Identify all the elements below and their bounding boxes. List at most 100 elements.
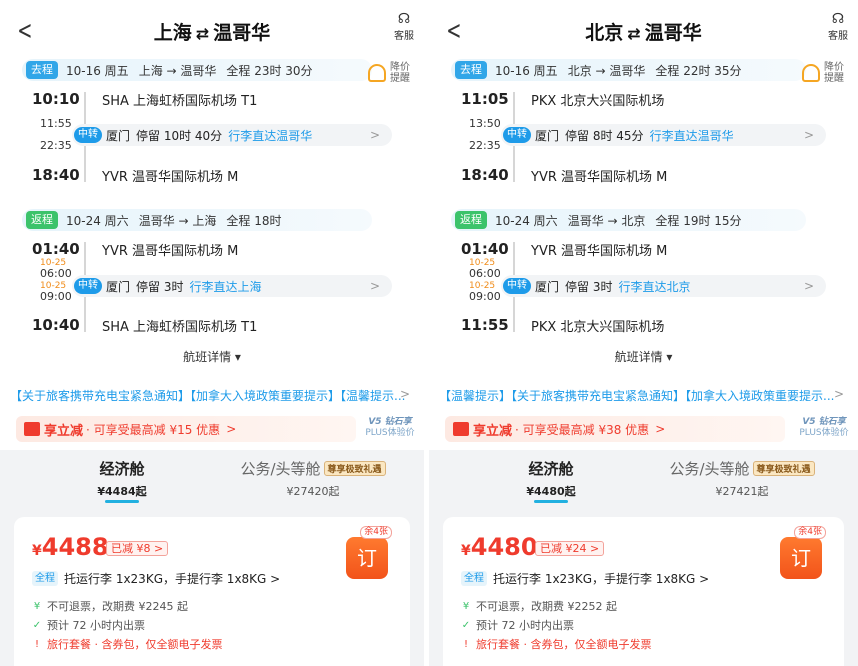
baggage-text: 托运行李 1x23KG，手提行李 1x8KG >: [493, 572, 710, 586]
origin-city: 北京: [585, 22, 624, 44]
outbound-transfer-info[interactable]: 中转 厦门 停留 10时 40分 行李直达温哥华 >: [72, 124, 392, 146]
fare-card: ¥4488 已减 ¥8 > 订 余4张 全程 托运行李 1x23KG，手提行李 …: [14, 517, 410, 666]
round-trip-icon: ⇄: [195, 24, 210, 43]
baggage-allowance[interactable]: 全程 托运行李 1x23KG，手提行李 1x8KG >: [461, 570, 709, 587]
outbound-departure-time: 10:10: [32, 90, 80, 108]
coupon-icon: [453, 422, 469, 436]
notice-bar[interactable]: 【温馨提示】【关于旅客携带充电宝紧急通知】【加拿大入境政策重要提示...: [439, 387, 844, 404]
price-alert-label-1: 降价: [824, 62, 844, 73]
price-alert-label-1: 降价: [390, 62, 410, 73]
price-alert-button[interactable]: 降价 提醒: [368, 58, 416, 88]
baggage-allowance[interactable]: 全程 托运行李 1x23KG，手提行李 1x8KG >: [32, 570, 280, 587]
transfer-city: 厦门: [535, 279, 560, 294]
tab-business-name: 公务/头等舱: [669, 460, 750, 478]
instant-discount-banner[interactable]: 享立减 · 可享受最高减 ¥38 优惠 >: [445, 416, 785, 442]
outbound-departure-time: 11:05: [461, 90, 509, 108]
coupon-icon: [24, 422, 40, 436]
bell-icon: [368, 64, 386, 82]
package-rule-text: 旅行套餐 · 含券包，仅全额电子发票: [47, 638, 223, 651]
price-alert-button[interactable]: 降价 提醒: [802, 58, 850, 88]
chevron-right-icon: >: [399, 387, 410, 401]
return-transfer-info[interactable]: 中转 厦门 停留 3时 行李直达北京 >: [501, 275, 826, 297]
package-rule-text: 旅行套餐 · 含券包，仅全额电子发票: [476, 638, 652, 651]
refund-rule-text: 不可退票，改期费 ¥2245 起: [47, 600, 188, 613]
baggage-through: 行李直达温哥华: [228, 128, 313, 143]
package-rule: ! 旅行套餐 · 含券包，仅全额电子发票: [32, 636, 223, 652]
bell-icon: [802, 64, 820, 82]
destination-city: 温哥华: [213, 22, 271, 44]
plus-price-label: PLUS体验价: [365, 428, 415, 438]
return-stop-departure-time: 09:00: [469, 290, 501, 303]
return-departure-time: 01:40: [32, 240, 80, 258]
transfer-city: 厦门: [106, 128, 131, 143]
notice-bar[interactable]: 【关于旅客携带充电宝紧急通知】【加拿大入境政策重要提示】【温馨提示...: [10, 387, 410, 404]
customer-service-label: 客服: [394, 31, 414, 42]
outbound-arrival-airport: YVR 温哥华国际机场 M: [531, 170, 668, 185]
tab-business[interactable]: 公务/头等舱 尊享极致礼遇 ¥27421起: [657, 458, 827, 499]
book-button[interactable]: 订: [346, 537, 388, 579]
flight-details-toggle[interactable]: 航班详情 ▾: [429, 348, 858, 365]
transfer-tag: 中转: [74, 127, 102, 143]
tab-business-name: 公务/头等舱: [240, 460, 321, 478]
tab-business[interactable]: 公务/头等舱 尊享极致礼遇 ¥27420起: [228, 458, 398, 499]
return-arrival-airport: PKX 北京大兴国际机场: [531, 320, 665, 335]
return-arrival-airport: SHA 上海虹桥国际机场 T1: [102, 320, 258, 335]
flight-details-toggle[interactable]: 航班详情 ▾: [0, 348, 424, 365]
check-icon: ✓: [32, 619, 42, 631]
tab-economy[interactable]: 经济舱 ¥4484起: [80, 458, 164, 503]
tab-business-price: ¥27420起: [286, 485, 340, 498]
fare-currency: ¥: [32, 543, 42, 559]
refund-rule: ¥ 不可退票，改期费 ¥2245 起: [32, 598, 188, 614]
outbound-arrival-time: 18:40: [461, 166, 509, 184]
outbound-date: 10-16 周五: [495, 63, 558, 78]
plus-tier-label: V5 钻石享: [368, 417, 412, 427]
fare-scope-tag: 全程: [461, 571, 487, 586]
fare-price: ¥4488: [32, 533, 109, 561]
tab-active-indicator: [534, 500, 568, 503]
promo-description: · 可享受最高减 ¥15 优惠: [86, 422, 221, 437]
transfer-tag: 中转: [503, 278, 531, 294]
refund-rule: ¥ 不可退票，改期费 ¥2252 起: [461, 598, 617, 614]
cabin-tabs: 经济舱 ¥4480起 公务/头等舱 尊享极致礼遇 ¥27421起: [429, 452, 858, 508]
customer-service-label: 客服: [828, 31, 848, 42]
check-icon: ✓: [461, 619, 471, 631]
price-alert-label-2: 提醒: [824, 73, 844, 84]
return-tag: 返程: [26, 211, 58, 229]
outbound-departure-airport: PKX 北京大兴国际机场: [531, 94, 665, 109]
outbound-stop-arrival-time: 13:50: [469, 117, 501, 130]
customer-service-button[interactable]: ☊ 客服: [390, 12, 418, 42]
tab-economy[interactable]: 经济舱 ¥4480起: [509, 458, 593, 503]
transfer-tag: 中转: [503, 127, 531, 143]
outbound-transfer-info[interactable]: 中转 厦门 停留 8时 45分 行李直达温哥华 >: [501, 124, 826, 146]
outbound-stop-departure-time: 22:35: [469, 139, 501, 152]
outbound-departure-airport: SHA 上海虹桥国际机场 T1: [102, 94, 258, 109]
transfer-city: 厦门: [535, 128, 560, 143]
tab-economy-price: ¥4484起: [97, 485, 147, 498]
outbound-header: 去程 10-16 周五 北京 → 温哥华 全程 22时 35分: [455, 59, 752, 81]
ticketing-rule-text: 预计 72 小时内出票: [47, 619, 145, 632]
instant-discount-banner[interactable]: 享立减 · 可享受最高减 ¥15 优惠 >: [16, 416, 356, 442]
fare-discount-badge[interactable]: 已减 ¥24 >: [535, 541, 605, 556]
flight-panel-beijing: < 北京 ⇄ 温哥华 ☊ 客服 去程 10-16 周五 北京 → 温哥华 全程 22…: [429, 0, 858, 666]
fare-discount-badge[interactable]: 已减 ¥8 >: [106, 541, 169, 556]
ticketing-rule: ✓ 预计 72 小时内出票: [32, 617, 145, 633]
return-stop-arrival-time: 06:00: [469, 267, 501, 280]
promo-title: 享立减: [44, 423, 84, 439]
return-departure-time: 01:40: [461, 240, 509, 258]
book-button[interactable]: 订: [780, 537, 822, 579]
return-date: 10-24 周六: [495, 213, 558, 228]
customer-service-button[interactable]: ☊ 客服: [824, 12, 852, 42]
return-departure-airport: YVR 温哥华国际机场 M: [531, 244, 668, 259]
plus-tier-label: V5 钻石享: [802, 417, 846, 427]
seats-remaining-badge: 余4张: [794, 526, 826, 539]
promo-description: · 可享受最高减 ¥38 优惠: [515, 422, 650, 437]
headset-icon: ☊: [831, 11, 845, 27]
tab-business-badge: 尊享极致礼遇: [323, 461, 386, 476]
cabin-tabs: 经济舱 ¥4484起 公务/头等舱 尊享极致礼遇 ¥27420起: [0, 452, 424, 508]
baggage-through: 行李直达北京: [618, 279, 691, 294]
return-header: 返程 10-24 周六 温哥华 → 北京 全程 19时 15分: [455, 209, 752, 231]
return-transfer-info[interactable]: 中转 厦门 停留 3时 行李直达上海 >: [72, 275, 392, 297]
outbound-route: 北京 → 温哥华: [567, 63, 646, 78]
warning-icon: !: [34, 638, 39, 650]
fare-card: ¥4480 已减 ¥24 > 订 余4张 全程 托运行李 1x23KG，手提行李…: [443, 517, 844, 666]
